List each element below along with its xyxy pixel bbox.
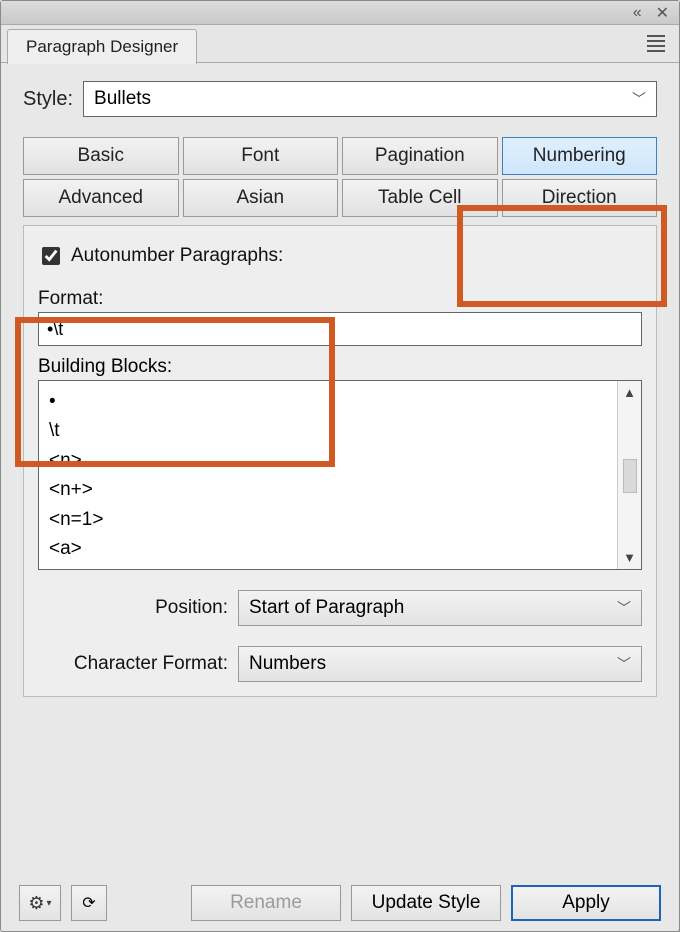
update-style-button[interactable]: Update Style (351, 885, 501, 921)
bottom-toolbar: ⚙ ▾ ⟳ Rename Update Style Apply (1, 875, 679, 931)
charformat-dropdown[interactable]: Numbers ﹀ (238, 646, 642, 682)
list-item[interactable]: \t (49, 416, 607, 445)
tab-direction[interactable]: Direction (502, 179, 658, 217)
apply-button[interactable]: Apply (511, 885, 661, 921)
position-row: Position: Start of Paragraph ﹀ (38, 590, 642, 626)
paragraph-designer-window: « ✕ Paragraph Designer Style: Bullets ﹀ … (0, 0, 680, 932)
position-value: Start of Paragraph (249, 597, 404, 619)
panel-tab-header: Paragraph Designer (1, 25, 679, 63)
tab-font[interactable]: Font (183, 137, 339, 175)
collapse-icon[interactable]: « (633, 4, 642, 22)
list-item[interactable]: <a> (49, 534, 607, 563)
scrollbar[interactable]: ▲ ▼ (617, 381, 641, 569)
list-item[interactable]: <n=1> (49, 505, 607, 534)
tab-asian[interactable]: Asian (183, 179, 339, 217)
list-item[interactable]: <n> (49, 446, 607, 475)
chevron-down-icon: ▾ (47, 898, 52, 909)
tab-numbering[interactable]: Numbering (502, 137, 658, 175)
chevron-down-icon: ﹀ (617, 598, 631, 618)
style-dropdown[interactable]: Bullets ﹀ (83, 81, 657, 117)
autonumber-checkbox[interactable] (42, 247, 60, 265)
window-titlebar: « ✕ (1, 1, 679, 25)
menu-icon[interactable] (641, 29, 671, 58)
format-label: Format: (38, 288, 642, 310)
charformat-value: Numbers (249, 653, 326, 675)
list-item[interactable]: • (49, 387, 607, 416)
close-icon[interactable]: ✕ (656, 3, 669, 23)
numbering-panel: Autonumber Paragraphs: Format: Building … (23, 225, 657, 697)
tab-advanced[interactable]: Advanced (23, 179, 179, 217)
style-label: Style: (23, 88, 73, 111)
refresh-button[interactable]: ⟳ (71, 885, 107, 921)
chevron-down-icon: ﹀ (632, 89, 646, 109)
charformat-row: Character Format: Numbers ﹀ (38, 646, 642, 682)
position-label: Position: (38, 597, 228, 619)
building-blocks-list: • \t <n> <n+> <n=1> <a> (39, 381, 617, 569)
autonumber-label: Autonumber Paragraphs: (71, 245, 283, 267)
scroll-down-icon[interactable]: ▼ (623, 550, 636, 565)
building-blocks-label: Building Blocks: (38, 356, 642, 378)
charformat-label: Character Format: (38, 653, 228, 675)
scroll-up-icon[interactable]: ▲ (623, 385, 636, 400)
tab-table-cell[interactable]: Table Cell (342, 179, 498, 217)
style-value: Bullets (94, 88, 151, 110)
autonumber-row: Autonumber Paragraphs: (38, 244, 642, 268)
building-blocks-listbox[interactable]: • \t <n> <n+> <n=1> <a> ▲ ▼ (38, 380, 642, 570)
format-input[interactable] (38, 312, 642, 346)
subtab-grid: Basic Font Pagination Numbering Advanced… (23, 137, 657, 217)
refresh-icon: ⟳ (82, 893, 95, 913)
tab-basic[interactable]: Basic (23, 137, 179, 175)
list-item[interactable]: <n+> (49, 475, 607, 504)
gear-icon: ⚙ (28, 893, 44, 914)
panel-body: Style: Bullets ﹀ Basic Font Pagination N… (1, 63, 679, 931)
tab-pagination[interactable]: Pagination (342, 137, 498, 175)
scroll-thumb[interactable] (623, 459, 637, 493)
chevron-down-icon: ﹀ (617, 654, 631, 674)
style-row: Style: Bullets ﹀ (23, 81, 657, 117)
panel-tab-paragraph-designer[interactable]: Paragraph Designer (7, 29, 197, 64)
settings-menu-button[interactable]: ⚙ ▾ (19, 885, 61, 921)
position-dropdown[interactable]: Start of Paragraph ﹀ (238, 590, 642, 626)
rename-button[interactable]: Rename (191, 885, 341, 921)
